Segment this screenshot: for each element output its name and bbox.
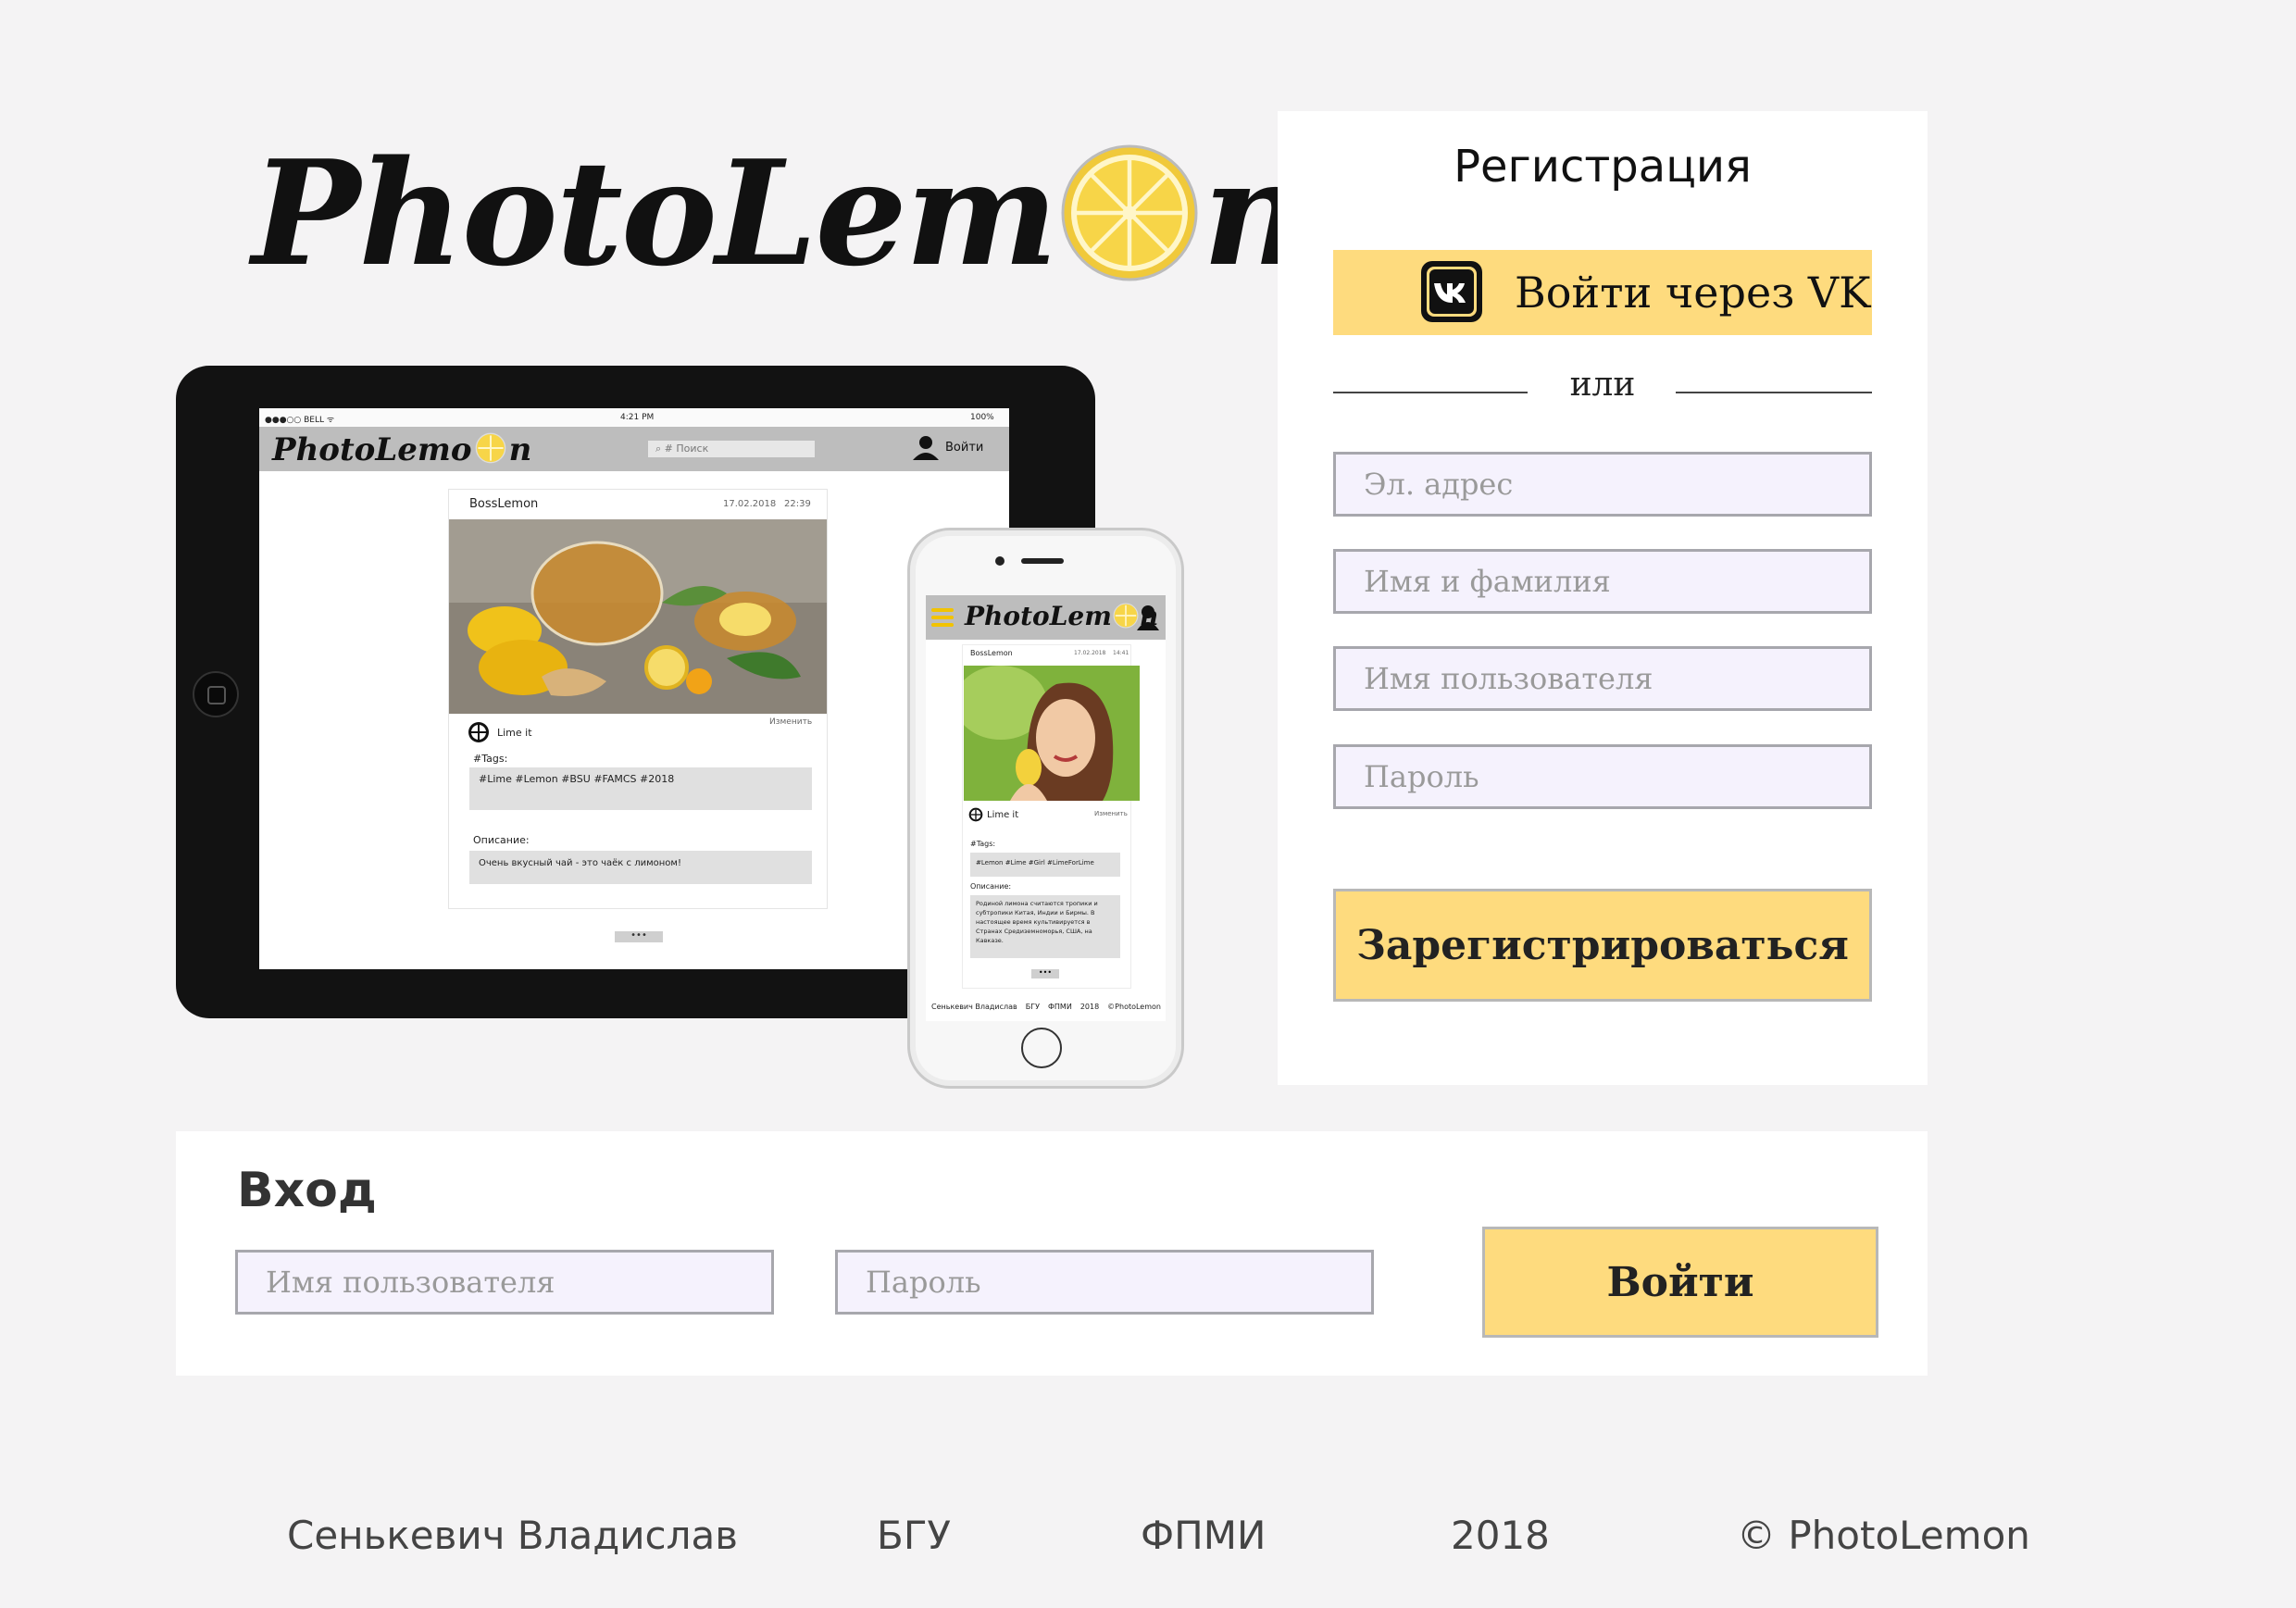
registration-panel: Регистрация Войти через VK или Зарегистр…: [1278, 111, 1928, 1085]
vk-icon: [1421, 261, 1482, 322]
lime-it-label: Lime it: [987, 809, 1019, 820]
mini-lemon-icon: [1113, 603, 1139, 629]
phone-mini-logo: PhotoLemn: [965, 601, 1158, 631]
woman-lemon-photo: [964, 666, 1140, 801]
phone-mockup: PhotoLemn BossLemon 17.02.2018 14:41 Lim…: [907, 528, 1184, 1089]
password-field[interactable]: [1333, 744, 1872, 809]
tablet-more-button[interactable]: •••: [615, 931, 663, 942]
description-label: Описание:: [473, 834, 530, 846]
menu-icon[interactable]: [931, 608, 954, 627]
tablet-lime-it[interactable]: Lime it: [468, 721, 532, 743]
description-box: Родиной лимона считаются тропики и субтр…: [970, 895, 1120, 958]
login-button[interactable]: Войти: [1482, 1227, 1878, 1338]
tags-box: #Lemon #Lime #Girl #LimeForLime: [970, 853, 1120, 877]
post-author[interactable]: BossLemon: [970, 649, 1013, 657]
status-battery: 100%: [970, 413, 994, 422]
tablet-login-label: Войти: [945, 440, 984, 455]
phone-camera: [995, 556, 1004, 566]
phone-footer-year: 2018: [1079, 1003, 1100, 1011]
description-box: Очень вкусный чай - это чаёк с лимоном!: [469, 851, 812, 884]
lemon-like-icon: [468, 722, 489, 742]
edit-link[interactable]: Изменить: [769, 717, 812, 727]
status-time: 4:21 PM: [620, 413, 655, 422]
tablet-search-placeholder: # Поиск: [664, 443, 709, 455]
lemon-like-icon: [968, 807, 983, 822]
phone-post-card: BossLemon 17.02.2018 14:41 Lime it Измен…: [963, 645, 1140, 988]
tablet-home-button: [193, 671, 239, 717]
login-password-field[interactable]: [835, 1250, 1374, 1315]
tablet-navbar: PhotoLemo n ⌕ # Поиск Войти: [259, 427, 1009, 471]
post-time: 22:39: [784, 499, 811, 509]
phone-footer: Сенькевич Владислав БГУ ФПМИ 2018 ©Photo…: [931, 1003, 1161, 1011]
register-button[interactable]: Зарегистрироваться: [1333, 889, 1872, 1002]
vk-login-button[interactable]: Войти через VK: [1333, 250, 1872, 335]
phone-footer-copyright: ©PhotoLemon: [1107, 1003, 1161, 1011]
lime-it-label: Lime it: [497, 726, 532, 739]
post-header: BossLemon 17.02.2018 22:39: [449, 490, 827, 517]
vk-login-label: Войти через VK: [1515, 268, 1871, 318]
footer-copyright: © PhotoLemon: [1737, 1513, 2030, 1558]
footer-university: БГУ: [877, 1513, 952, 1558]
phone-screen: PhotoLemn BossLemon 17.02.2018 14:41 Lim…: [926, 595, 1166, 1021]
login-title: Вход: [237, 1163, 377, 1218]
tablet-login-link[interactable]: Войти: [912, 434, 983, 460]
user-icon: [913, 436, 939, 460]
footer-faculty: ФПМИ: [1141, 1513, 1267, 1558]
tablet-status-bar: ●●●○○ BELL ᯤ 4:21 PM 100%: [259, 408, 1009, 427]
mini-lemon-icon: [475, 432, 505, 464]
search-icon: ⌕: [655, 443, 662, 455]
phone-speaker: [1021, 558, 1064, 564]
phone-lime-it[interactable]: Lime it: [968, 807, 1018, 822]
tablet-search-input[interactable]: ⌕ # Поиск: [648, 441, 815, 457]
post-author[interactable]: BossLemon: [469, 497, 538, 511]
phone-home-button: [1021, 1028, 1062, 1068]
tags-label: #Tags:: [473, 753, 508, 765]
login-panel: Вход Войти: [176, 1131, 1928, 1376]
tablet-screen: ●●●○○ BELL ᯤ 4:21 PM 100% PhotoLemo n ⌕ #…: [259, 408, 1009, 969]
email-field[interactable]: [1333, 452, 1872, 517]
description-text: Очень вкусный чай - это чаёк с лимоном!: [479, 858, 681, 868]
tablet-mini-logo: PhotoLemo n: [272, 431, 532, 468]
username-field[interactable]: [1333, 646, 1872, 711]
tags-label: #Tags:: [970, 840, 996, 848]
phone-footer-author: Сенькевич Владислав: [931, 1003, 1017, 1011]
footer-author: Сенькевич Владислав: [287, 1513, 738, 1558]
phone-footer-university: БГУ: [1025, 1003, 1041, 1011]
or-divider-right: [1676, 392, 1872, 393]
lemon-logo-icon: [1061, 144, 1198, 281]
phone-more-button[interactable]: •••: [1031, 969, 1059, 979]
footer-year: 2018: [1451, 1513, 1550, 1558]
tags-text: #Lemon #Lime #Girl #LimeForLime: [976, 859, 1094, 866]
login-username-field[interactable]: [235, 1250, 774, 1315]
post-date: 17.02.2018: [1074, 650, 1106, 656]
edit-link[interactable]: Изменить: [1094, 810, 1128, 817]
status-carrier: ●●●○○ BELL ᯤ: [265, 416, 335, 425]
tags-box: #Lime #Lemon #BSU #FAMCS #2018: [469, 767, 812, 810]
user-icon[interactable]: [1137, 605, 1159, 630]
fullname-field[interactable]: [1333, 549, 1872, 614]
tablet-post-card: BossLemon 17.02.2018 22:39 Lime it Измен…: [449, 490, 827, 908]
post-date: 17.02.2018: [723, 499, 777, 509]
or-divider-text: или: [1569, 366, 1636, 404]
page-footer: Сенькевич Владислав БГУ ФПМИ 2018 © Phot…: [0, 1513, 2296, 1568]
photolemon-logo: PhotoLem n: [252, 125, 1307, 301]
description-text: Родиной лимона считаются тропики и субтр…: [976, 900, 1098, 944]
registration-title: Регистрация: [1454, 141, 1752, 193]
tea-lemon-photo: [449, 519, 827, 714]
phone-navbar: PhotoLemn: [926, 595, 1166, 640]
description-label: Описание:: [970, 882, 1012, 891]
logo-text-left: PhotoLem: [252, 128, 1058, 298]
post-time: 14:41: [1113, 650, 1129, 656]
phone-footer-faculty: ФПМИ: [1048, 1003, 1072, 1011]
tags-text: #Lime #Lemon #BSU #FAMCS #2018: [479, 773, 675, 785]
